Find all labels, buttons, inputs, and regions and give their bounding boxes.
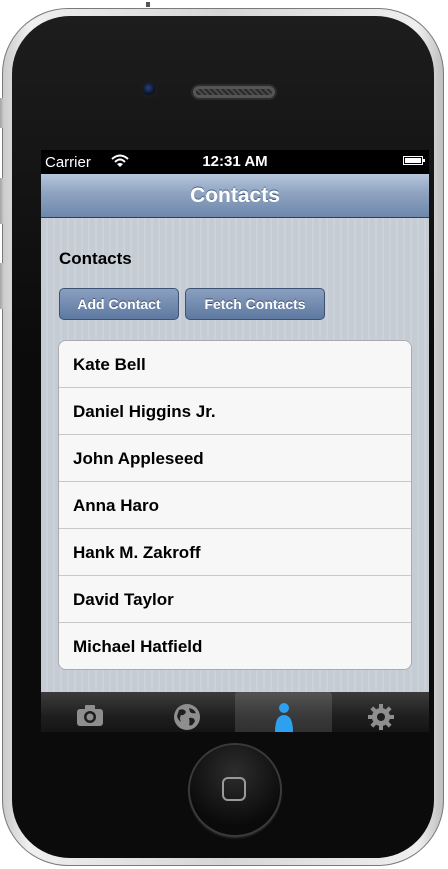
volume-down-button (0, 263, 4, 309)
status-bar: Carrier 12:31 AM (41, 150, 429, 174)
battery-icon (403, 156, 425, 165)
contacts-view: Contacts Add Contact Fetch Contacts Kate… (41, 218, 429, 692)
front-camera-icon (143, 83, 155, 95)
contact-row[interactable]: Michael Hatfield (59, 623, 411, 669)
add-contact-button[interactable]: Add Contact (59, 288, 179, 320)
screen: Carrier 12:31 AM Contacts Contacts Add C… (41, 150, 429, 732)
speaker-grille (193, 86, 275, 98)
tab-globe[interactable] (138, 692, 235, 732)
home-square-icon (222, 777, 246, 801)
contact-row[interactable]: Daniel Higgins Jr. (59, 388, 411, 435)
tab-settings[interactable] (332, 692, 429, 732)
person-icon (275, 703, 293, 732)
navigation-bar: Contacts (41, 174, 429, 218)
nav-title: Contacts (190, 184, 280, 207)
contact-row[interactable]: John Appleseed (59, 435, 411, 482)
sleep-button (146, 2, 150, 7)
status-time: 12:31 AM (202, 153, 268, 170)
contact-row[interactable]: Anna Haro (59, 482, 411, 529)
contact-row[interactable]: Hank M. Zakroff (59, 529, 411, 576)
fetch-contacts-button[interactable]: Fetch Contacts (185, 288, 325, 320)
tab-contacts[interactable] (235, 692, 332, 732)
gear-icon (368, 704, 394, 730)
tab-camera[interactable] (41, 692, 138, 732)
contact-row[interactable]: David Taylor (59, 576, 411, 623)
mute-switch (0, 98, 4, 128)
home-button[interactable] (190, 745, 280, 835)
volume-up-button (0, 178, 4, 224)
globe-icon (174, 704, 200, 730)
camera-icon (77, 705, 103, 726)
section-title: Contacts (59, 249, 132, 268)
contact-row[interactable]: Kate Bell (59, 341, 411, 388)
contacts-table: Kate Bell Daniel Higgins Jr. John Apples… (58, 340, 412, 670)
tab-bar (41, 692, 429, 732)
